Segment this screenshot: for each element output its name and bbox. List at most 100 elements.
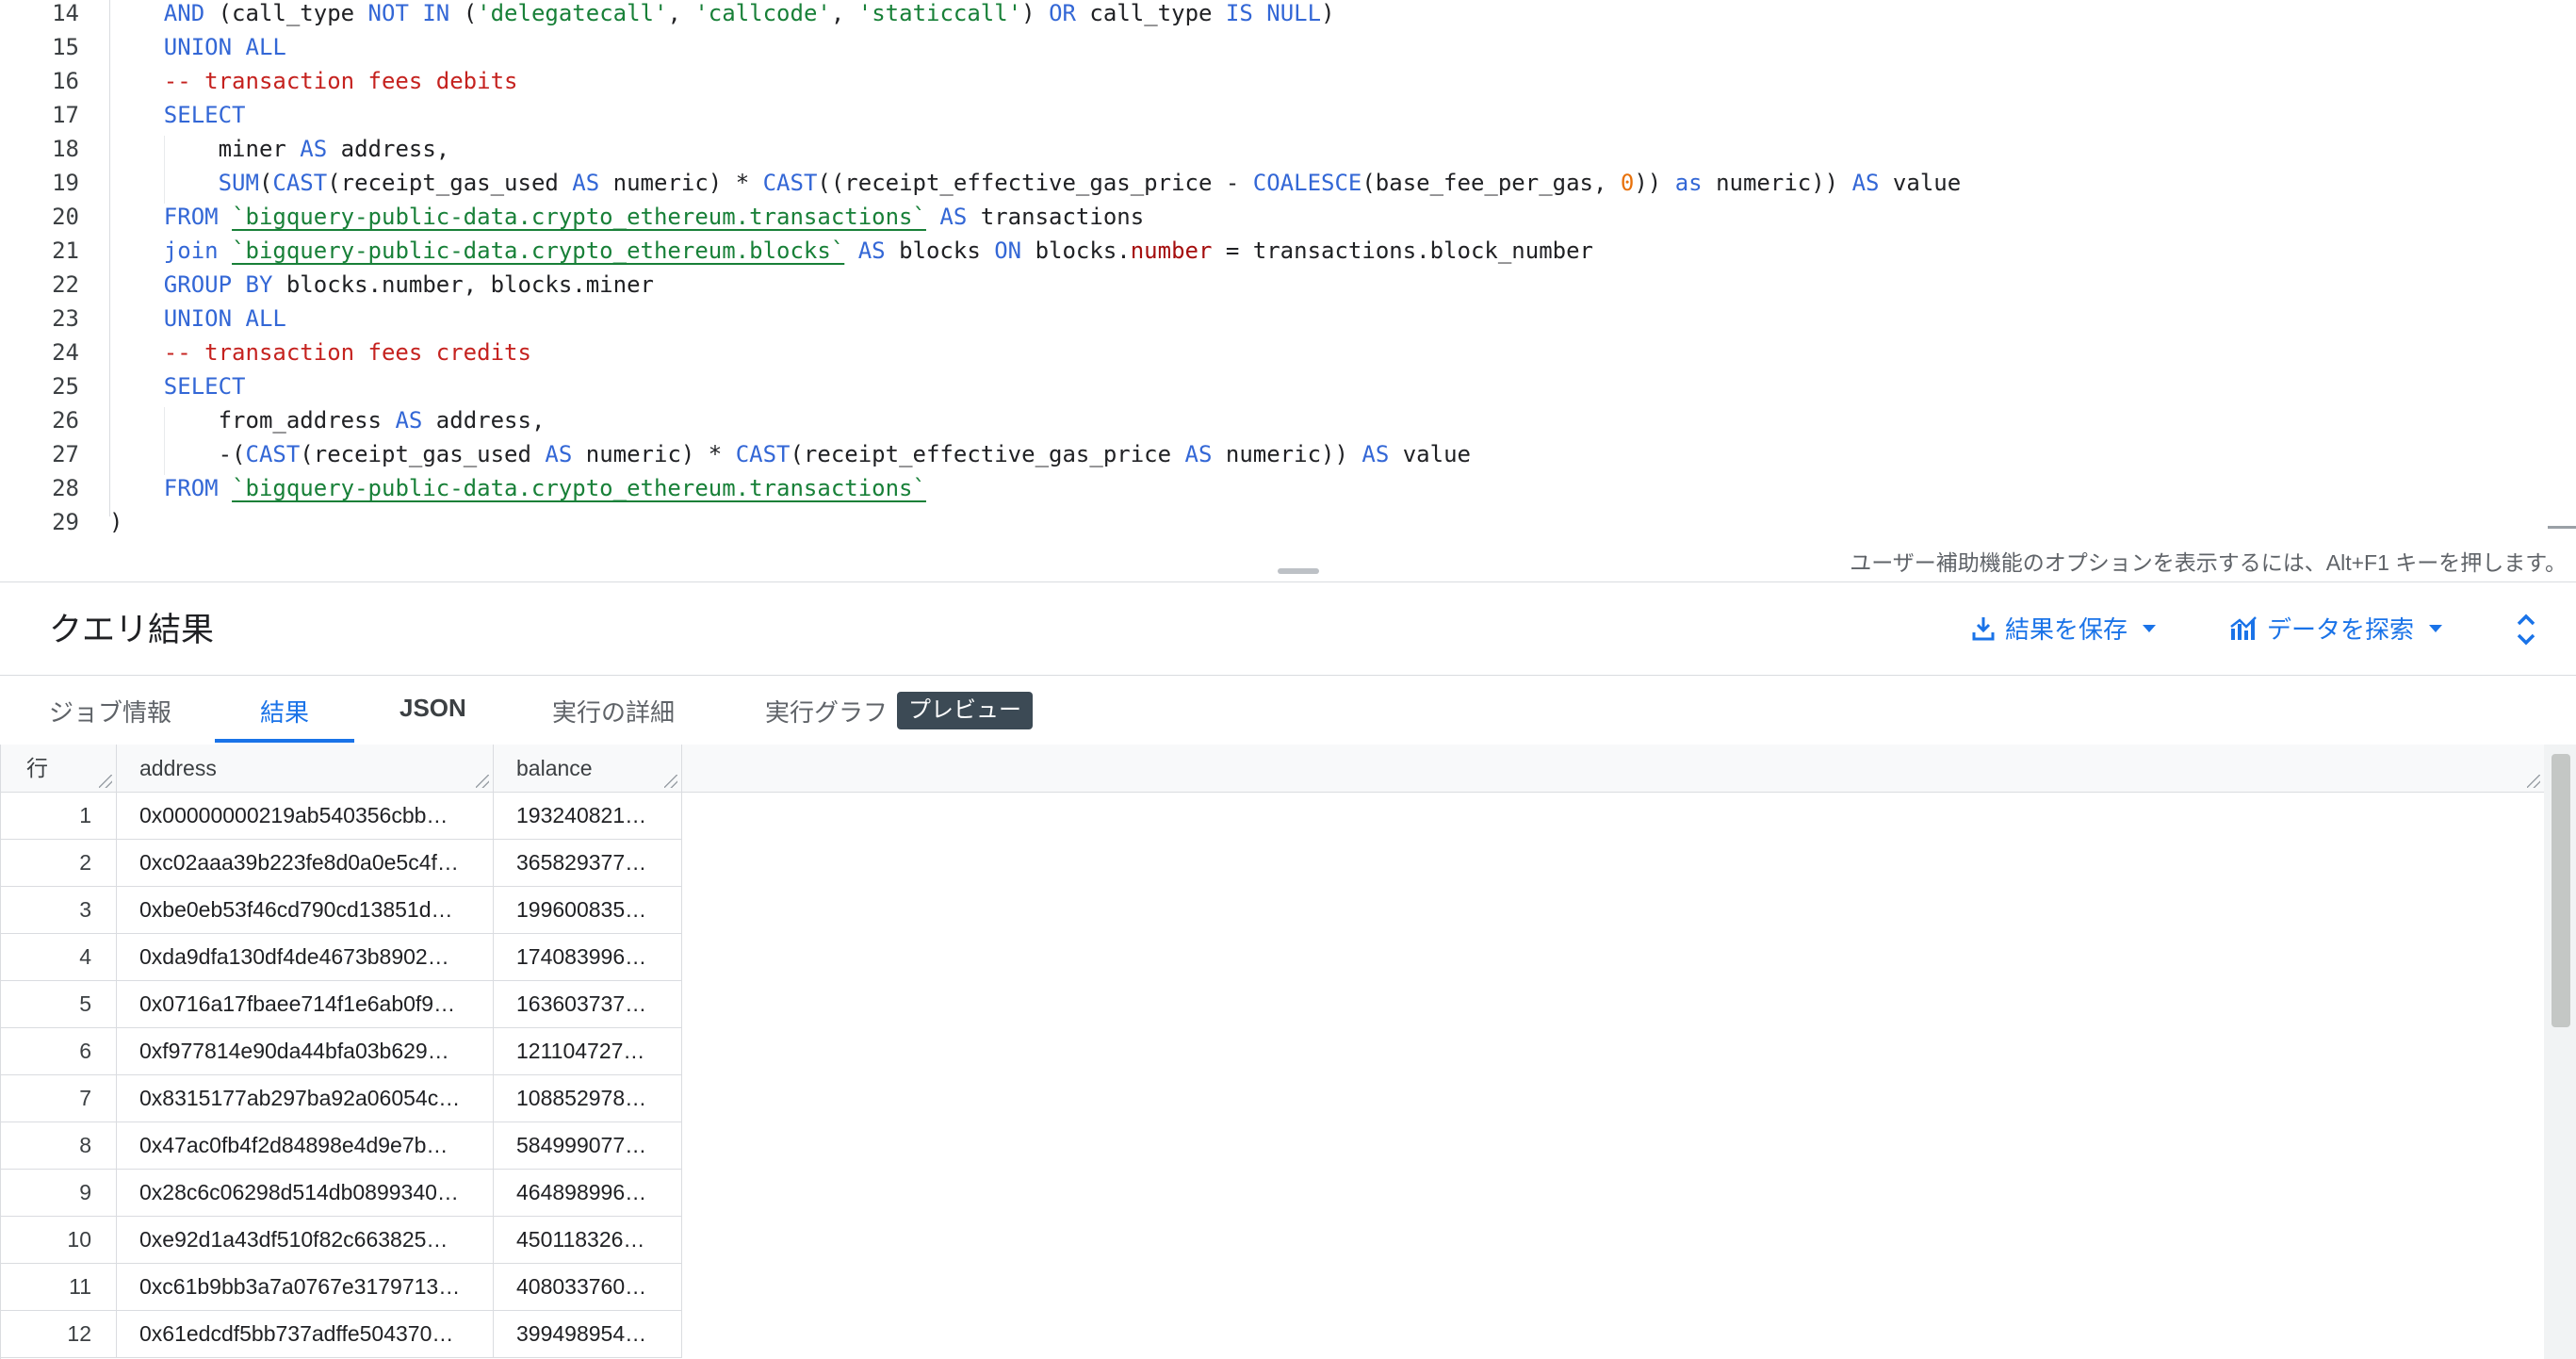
row-number-cell[interactable]: 9 (0, 1169, 117, 1216)
row-number-cell[interactable]: 1 (0, 792, 117, 839)
accessibility-hint: ユーザー補助機能のオプションを表示するには、Alt+F1 キーを押します。 (1850, 550, 2567, 575)
code-line[interactable]: 16 -- transaction fees debits (0, 64, 2544, 98)
column-header-row-number[interactable]: 行 (0, 745, 117, 792)
table-row[interactable]: 10 0xe92d1a43df510f82c663825… 450118326… (0, 1216, 682, 1264)
address-cell[interactable]: 0xf977814e90da44bfa03b629… (117, 1027, 494, 1074)
table-row[interactable]: 7 0x8315177ab297ba92a06054c… 108852978… (0, 1074, 682, 1122)
resize-grip-icon[interactable] (99, 775, 112, 788)
code-token: ON (994, 237, 1022, 264)
row-number-cell[interactable]: 2 (0, 839, 117, 886)
panel-resize-handle[interactable] (1278, 568, 1319, 574)
address-cell[interactable]: 0x28c6c06298d514db0899340… (117, 1169, 494, 1216)
row-number-cell[interactable]: 12 (0, 1310, 117, 1357)
column-header-address[interactable]: address (117, 745, 494, 792)
address-cell[interactable]: 0x00000000219ab540356cbb… (117, 792, 494, 839)
table-row[interactable]: 1 0x00000000219ab540356cbb… 193240821… (0, 792, 682, 840)
balance-cell[interactable]: 121104727… (494, 1027, 682, 1074)
code-line[interactable]: 23 UNION ALL (0, 302, 2544, 336)
address-cell[interactable]: 0xc61b9bb3a7a0767e3179713… (117, 1263, 494, 1310)
expand-panel-button[interactable] (2510, 611, 2542, 648)
row-number-cell[interactable]: 7 (0, 1074, 117, 1122)
code-line[interactable]: 26 from_address AS address, (0, 403, 2544, 437)
code-text: FROM `bigquery-public-data.crypto_ethere… (109, 471, 926, 505)
row-number-cell[interactable]: 11 (0, 1263, 117, 1310)
unfold-icon (2517, 614, 2535, 646)
balance-cell[interactable]: 584999077… (494, 1122, 682, 1169)
code-line[interactable]: 24 -- transaction fees credits (0, 336, 2544, 369)
code-token: (call_type (204, 0, 368, 26)
table-row[interactable]: 4 0xda9dfa130df4de4673b8902… 174083996… (0, 933, 682, 981)
code-text: -- transaction fees credits (109, 336, 531, 369)
row-number-cell[interactable]: 3 (0, 886, 117, 933)
explore-data-button[interactable]: データを探索 (2229, 611, 2443, 646)
tab-json[interactable]: JSON (399, 694, 466, 746)
resize-grip-icon[interactable] (2527, 775, 2540, 788)
code-line[interactable]: 14 AND (call_type NOT IN ('delegatecall'… (0, 0, 2544, 30)
code-token: numeric) * (599, 170, 763, 196)
save-results-button[interactable]: 結果を保存 (1971, 611, 2157, 646)
code-line[interactable]: 25 SELECT (0, 369, 2544, 403)
code-line[interactable]: 28 FROM `bigquery-public-data.crypto_eth… (0, 471, 2544, 505)
table-row[interactable]: 12 0x61edcdf5bb737adffe504370… 399498954… (0, 1310, 682, 1358)
address-cell[interactable]: 0x47ac0fb4f2d84898e4d9e7b… (117, 1122, 494, 1169)
code-line[interactable]: 21 join `bigquery-public-data.crypto_eth… (0, 234, 2544, 268)
address-cell[interactable]: 0xda9dfa130df4de4673b8902… (117, 933, 494, 980)
table-row[interactable]: 3 0xbe0eb53f46cd790cd13851d… 199600835… (0, 886, 682, 934)
line-number: 26 (52, 407, 79, 434)
preview-badge: プレビュー (897, 692, 1033, 729)
table-row[interactable]: 11 0xc61b9bb3a7a0767e3179713… 408033760… (0, 1263, 682, 1311)
address-cell[interactable]: 0x0716a17fbaee714f1e6ab0f9… (117, 980, 494, 1027)
address-cell[interactable]: 0x61edcdf5bb737adffe504370… (117, 1310, 494, 1357)
balance-cell[interactable]: 408033760… (494, 1263, 682, 1310)
address-cell[interactable]: 0xc02aaa39b223fe8d0a0e5c4f… (117, 839, 494, 886)
table-row[interactable]: 9 0x28c6c06298d514db0899340… 464898996… (0, 1169, 682, 1217)
code-line[interactable]: 29) (0, 505, 2544, 539)
balance-cell[interactable]: 193240821… (494, 792, 682, 839)
table-row[interactable]: 5 0x0716a17fbaee714f1e6ab0f9… 163603737… (0, 980, 682, 1028)
table-row[interactable]: 8 0x47ac0fb4f2d84898e4d9e7b… 584999077… (0, 1122, 682, 1170)
table-row[interactable]: 2 0xc02aaa39b223fe8d0a0e5c4f… 365829377… (0, 839, 682, 887)
balance-cell[interactable]: 450118326… (494, 1216, 682, 1263)
code-line[interactable]: 22 GROUP BY blocks.number, blocks.miner (0, 268, 2544, 302)
tab-execution-graph[interactable]: 実行グラフ (765, 694, 888, 746)
table-row[interactable]: 6 0xf977814e90da44bfa03b629… 121104727… (0, 1027, 682, 1075)
tab-execution-details[interactable]: 実行の詳細 (552, 694, 675, 746)
code-token: , (830, 0, 858, 26)
balance-cell[interactable]: 174083996… (494, 933, 682, 980)
resize-grip-icon[interactable] (476, 775, 489, 788)
balance-cell[interactable]: 464898996… (494, 1169, 682, 1216)
tab-job-info[interactable]: ジョブ情報 (49, 694, 171, 746)
balance-cell[interactable]: 163603737… (494, 980, 682, 1027)
balance-cell[interactable]: 108852978… (494, 1074, 682, 1122)
balance-cell[interactable]: 199600835… (494, 886, 682, 933)
row-number-cell[interactable]: 8 (0, 1122, 117, 1169)
code-line[interactable]: 27 -(CAST(receipt_gas_used AS numeric) *… (0, 437, 2544, 471)
code-line[interactable]: 18 miner AS address, (0, 132, 2544, 166)
row-number-cell[interactable]: 10 (0, 1216, 117, 1263)
row-number-cell[interactable]: 6 (0, 1027, 117, 1074)
resize-grip-icon[interactable] (664, 775, 677, 788)
code-line[interactable]: 20 FROM `bigquery-public-data.crypto_eth… (0, 200, 2544, 234)
balance-cell[interactable]: 399498954… (494, 1310, 682, 1357)
balance-cell[interactable]: 365829377… (494, 839, 682, 886)
code-token: call_type (1075, 0, 1226, 26)
code-text: SELECT (109, 369, 246, 403)
sql-editor[interactable]: 14 AND (call_type NOT IN ('delegatecall'… (0, 0, 2576, 542)
address-cell[interactable]: 0x8315177ab297ba92a06054c… (117, 1074, 494, 1122)
code-line[interactable]: 17 SELECT (0, 98, 2544, 132)
code-token: UNION ALL (163, 305, 286, 332)
address-cell[interactable]: 0xe92d1a43df510f82c663825… (117, 1216, 494, 1263)
scrollbar-thumb[interactable] (2552, 754, 2570, 1027)
row-number-cell[interactable]: 5 (0, 980, 117, 1027)
code-token: AS (572, 170, 600, 196)
chevron-down-icon (2143, 624, 2157, 632)
address-cell[interactable]: 0xbe0eb53f46cd790cd13851d… (117, 886, 494, 933)
code-line[interactable]: 15 UNION ALL (0, 30, 2544, 64)
column-header-balance[interactable]: balance (494, 745, 682, 792)
code-line[interactable]: 19 SUM(CAST(receipt_gas_used AS numeric)… (0, 166, 2544, 200)
row-number-cell[interactable]: 4 (0, 933, 117, 980)
code-text: GROUP BY blocks.number, blocks.miner (109, 268, 654, 302)
code-token: AS (1361, 441, 1390, 467)
